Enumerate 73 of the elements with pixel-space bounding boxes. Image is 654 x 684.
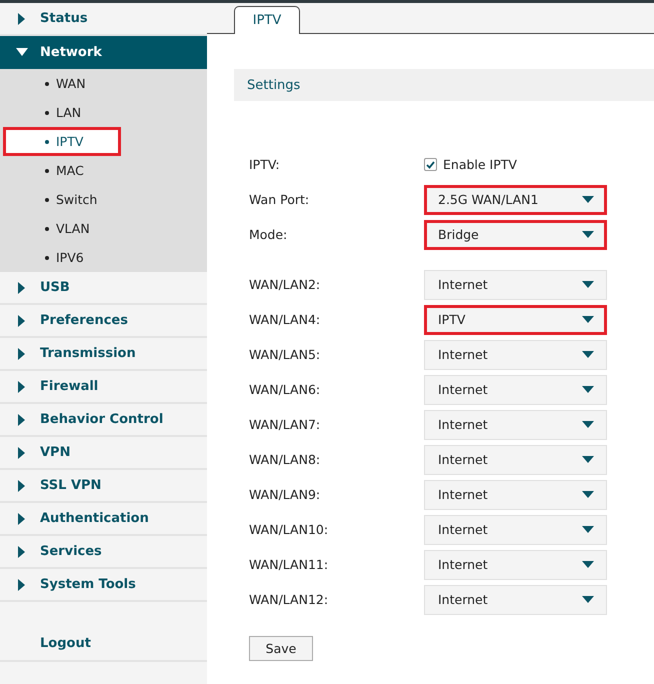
- nav-item[interactable]: Preferences: [0, 305, 207, 338]
- nav-item[interactable]: Services: [0, 536, 207, 569]
- submenu-item[interactable]: LAN: [0, 98, 207, 127]
- dropdown[interactable]: 2.5G WAN/LAN1: [424, 184, 607, 214]
- field-label: WAN/LAN12:: [249, 592, 330, 607]
- submenu-item[interactable]: Switch: [0, 185, 207, 214]
- submenu-item[interactable]: IPTV: [3, 127, 121, 156]
- field-label: WAN/LAN4:: [249, 312, 322, 327]
- nav-item[interactable]: USB: [0, 272, 207, 305]
- dropdown[interactable]: Internet: [424, 340, 607, 370]
- caret-right-icon: [18, 314, 26, 326]
- caret-right-icon: [18, 578, 26, 590]
- field-label: WAN/LAN7:: [249, 417, 322, 432]
- caret-right-icon: [18, 446, 26, 458]
- nav-item[interactable]: Transmission: [0, 338, 207, 371]
- submenu-item[interactable]: IPV6: [0, 243, 207, 272]
- nav-item[interactable]: SSL VPN: [0, 470, 207, 503]
- caret-right-icon: [18, 12, 26, 24]
- checkbox-label: Enable IPTV: [443, 157, 517, 172]
- field-label: WAN/LAN2:: [249, 277, 322, 292]
- checkbox[interactable]: [424, 158, 437, 171]
- caret-right-icon: [18, 282, 26, 294]
- nav-item[interactable]: Firewall: [0, 371, 207, 404]
- dropdown-arrow-icon: [582, 351, 594, 358]
- caret-right-icon: [18, 380, 26, 392]
- dropdown-arrow-icon: [582, 281, 594, 288]
- dropdown-arrow-icon: [582, 526, 594, 533]
- dropdown[interactable]: Internet: [424, 410, 607, 440]
- field-label: Mode:: [249, 227, 288, 242]
- dropdown[interactable]: Internet: [424, 550, 607, 580]
- dropdown[interactable]: Internet: [424, 584, 607, 614]
- logout-link[interactable]: Logout: [0, 626, 207, 662]
- dropdown-arrow-icon: [582, 196, 594, 203]
- caret-down-icon: [16, 48, 28, 58]
- nav-item[interactable]: VPN: [0, 437, 207, 470]
- caret-right-icon: [18, 546, 26, 558]
- nav-item[interactable]: Network: [0, 36, 207, 69]
- nav-item[interactable]: Authentication: [0, 503, 207, 536]
- field-label: IPTV:: [249, 157, 281, 172]
- field-label: WAN/LAN11:: [249, 557, 330, 572]
- dropdown-arrow-icon: [582, 456, 594, 463]
- dropdown-arrow-icon: [582, 316, 594, 323]
- dropdown[interactable]: Internet: [424, 444, 607, 474]
- field-label: WAN/LAN9:: [249, 487, 322, 502]
- caret-right-icon: [18, 414, 26, 426]
- dropdown-arrow-icon: [582, 231, 594, 238]
- dropdown-arrow-icon: [582, 561, 594, 568]
- dropdown-arrow-icon: [582, 596, 594, 603]
- dropdown[interactable]: IPTV: [424, 304, 607, 334]
- field-label: WAN/LAN5:: [249, 347, 322, 362]
- field-label: Wan Port:: [249, 192, 310, 207]
- dropdown[interactable]: Internet: [424, 270, 607, 300]
- dropdown[interactable]: Internet: [424, 514, 607, 544]
- caret-right-icon: [18, 480, 26, 492]
- field-label: WAN/LAN8:: [249, 452, 322, 467]
- dropdown-arrow-icon: [582, 421, 594, 428]
- field-label: WAN/LAN6:: [249, 382, 322, 397]
- submenu-item[interactable]: WAN: [0, 69, 207, 98]
- submenu-item[interactable]: VLAN: [0, 214, 207, 243]
- dropdown[interactable]: Internet: [424, 374, 607, 404]
- nav-item[interactable]: System Tools: [0, 569, 207, 602]
- caret-right-icon: [18, 348, 26, 360]
- tab[interactable]: IPTV: [234, 6, 300, 34]
- save-button[interactable]: Save: [249, 636, 313, 661]
- dropdown-arrow-icon: [582, 491, 594, 498]
- dropdown-arrow-icon: [582, 386, 594, 393]
- field-label: WAN/LAN10:: [249, 522, 330, 537]
- nav-item[interactable]: Behavior Control: [0, 404, 207, 437]
- caret-right-icon: [18, 512, 26, 524]
- dropdown[interactable]: Bridge: [424, 220, 607, 250]
- dropdown[interactable]: Internet: [424, 480, 607, 510]
- submenu-item[interactable]: MAC: [0, 156, 207, 185]
- section-header: Settings: [234, 69, 654, 101]
